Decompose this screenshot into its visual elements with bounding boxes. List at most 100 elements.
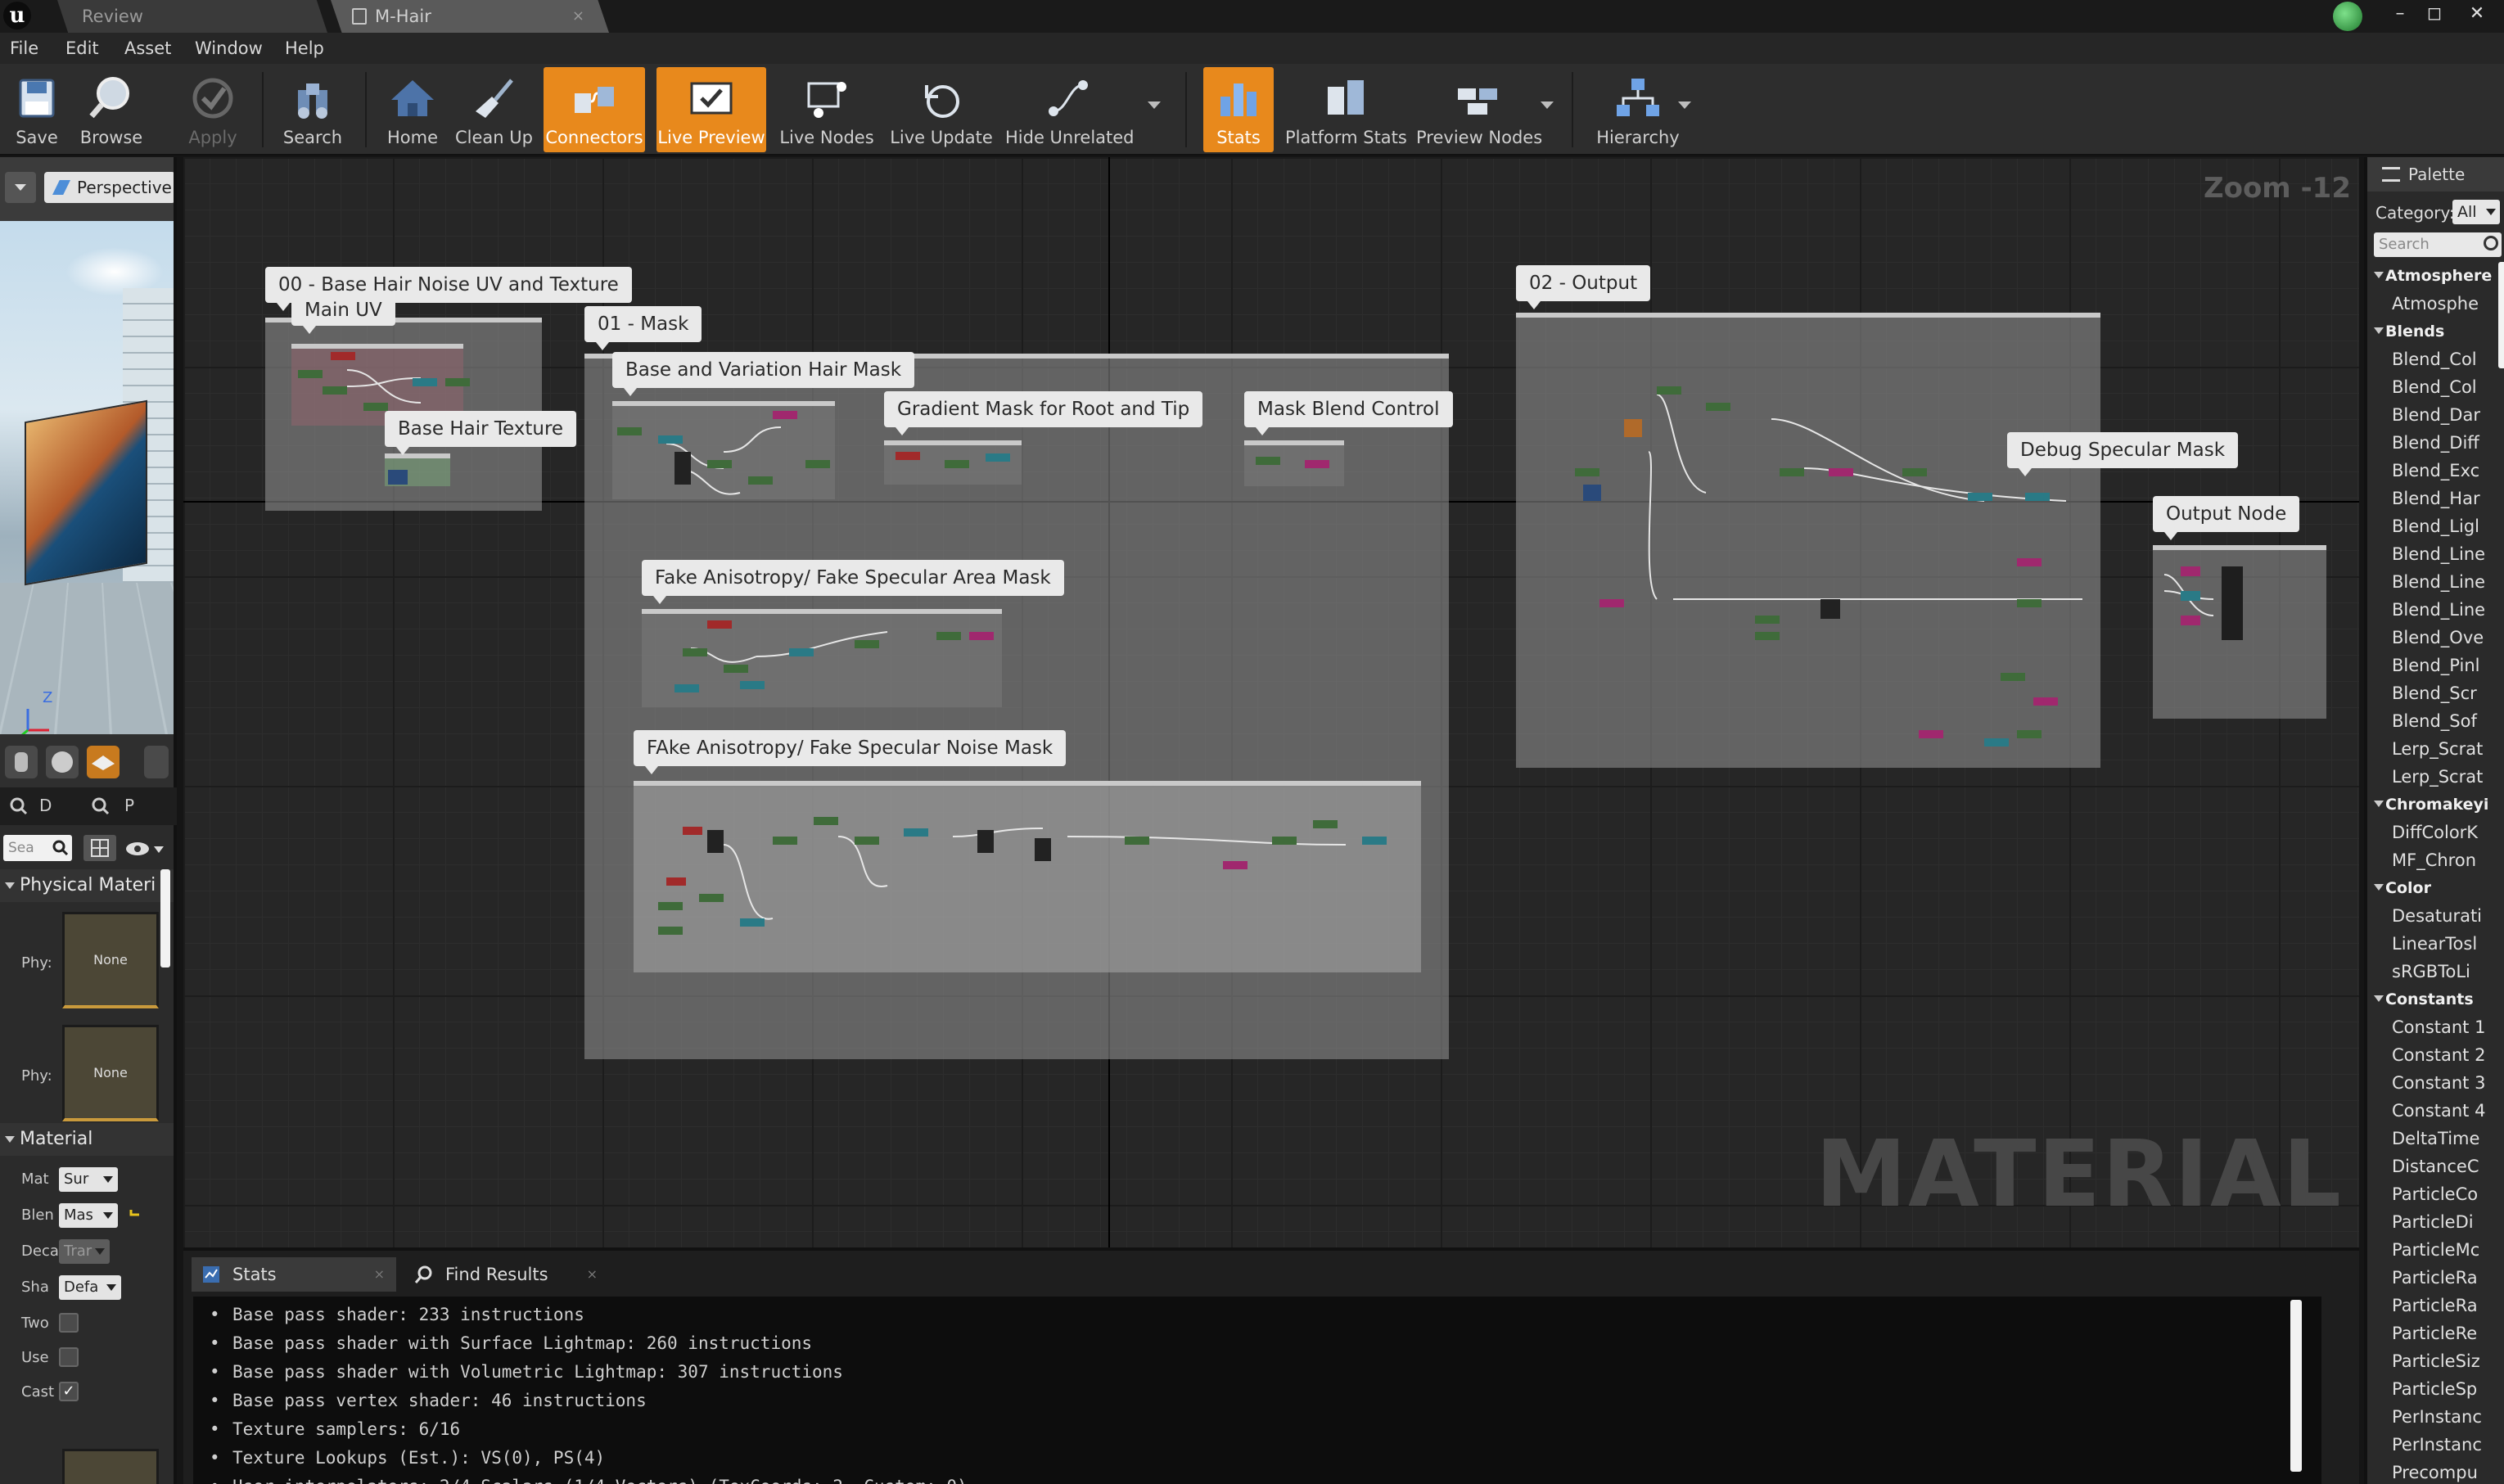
close-window-button[interactable]: ✕ — [2462, 3, 2492, 25]
shading-model-dropdown[interactable]: Defa — [59, 1275, 121, 1300]
palette-item[interactable]: Desaturati — [2367, 902, 2498, 930]
palette-item[interactable]: LinearTosl — [2367, 930, 2498, 958]
use-material-attributes-checkbox[interactable] — [59, 1347, 79, 1367]
palette-item[interactable]: ParticleSiz — [2367, 1347, 2498, 1375]
palette-item[interactable]: Blend_Line — [2367, 596, 2498, 624]
hide-unrelated-button[interactable]: Hide Unrelated — [1005, 67, 1135, 152]
palette-item[interactable]: ParticleRe — [2367, 1319, 2498, 1347]
palette-item[interactable]: Blend_Line — [2367, 568, 2498, 596]
details-scrollbar[interactable] — [160, 869, 170, 968]
physical-material-section[interactable]: Physical Materi — [0, 869, 174, 902]
palette-item[interactable]: Blend_Ove — [2367, 624, 2498, 652]
hierarchy-dropdown[interactable] — [1678, 101, 1691, 109]
palette-category[interactable]: Atmosphere — [2367, 262, 2498, 290]
tab-parameters[interactable]: P — [124, 796, 134, 815]
cylinder-shape-button[interactable] — [5, 746, 38, 778]
palette-item[interactable]: MF_Chron — [2367, 846, 2498, 874]
palette-category[interactable]: Color — [2367, 874, 2498, 902]
preview-viewport[interactable]: Perspective Z — [0, 157, 177, 787]
menu-window[interactable]: Window — [195, 33, 263, 64]
tab-review[interactable]: Review — [57, 0, 327, 33]
apply-button[interactable]: Apply — [175, 67, 250, 152]
live-update-button[interactable]: Live Update — [889, 67, 994, 152]
sphere-shape-button[interactable] — [46, 746, 79, 778]
two-sided-checkbox[interactable] — [59, 1313, 79, 1333]
platform-stats-button[interactable]: Platform Stats — [1285, 67, 1407, 152]
menu-file[interactable]: File — [10, 33, 38, 64]
hierarchy-button[interactable]: Hierarchy — [1590, 67, 1686, 152]
tab-stats[interactable]: Stats × — [192, 1257, 396, 1292]
palette-item[interactable]: Blend_Ligl — [2367, 512, 2498, 540]
connectors-button[interactable]: Connectors — [544, 67, 645, 152]
palette-item[interactable]: Blend_Col — [2367, 345, 2498, 373]
plane-shape-button[interactable] — [87, 746, 120, 778]
palette-scrollbar[interactable] — [2498, 262, 2504, 368]
menu-asset[interactable]: Asset — [124, 33, 171, 64]
palette-category[interactable]: Constants — [2367, 986, 2498, 1013]
source-control-globe-icon[interactable] — [2333, 2, 2362, 31]
comment-label-debug-specular[interactable]: Debug Specular Mask — [2007, 432, 2239, 476]
comment-label-base-hair-texture[interactable]: Base Hair Texture — [385, 411, 577, 455]
comment-label-mask[interactable]: 01 - Mask — [584, 306, 702, 350]
save-button[interactable]: Save — [3, 67, 70, 152]
palette-item[interactable]: ParticleRa — [2367, 1264, 2498, 1292]
tab-close-icon[interactable]: × — [572, 0, 584, 33]
palette-item[interactable]: DiffColorK — [2367, 819, 2498, 846]
palette-item[interactable]: Lerp_Scrat — [2367, 763, 2498, 791]
comment-label-main-uv[interactable]: Main UV — [291, 295, 395, 334]
palette-item[interactable]: Blend_Har — [2367, 485, 2498, 512]
palette-item[interactable]: Constant 2 — [2367, 1041, 2498, 1069]
preview-nodes-button[interactable]: Preview Nodes — [1416, 67, 1542, 152]
comment-label-fake-aniso-noise[interactable]: FAke Anisotropy/ Fake Specular Noise Mas… — [634, 730, 1067, 774]
clean-up-button[interactable]: Clean Up — [455, 67, 533, 152]
menu-help[interactable]: Help — [285, 33, 324, 64]
palette-category-dropdown[interactable]: All — [2452, 200, 2500, 224]
palette-category[interactable]: Blends — [2367, 318, 2498, 345]
comment-label-output-node[interactable]: Output Node — [2153, 496, 2300, 540]
menu-edit[interactable]: Edit — [65, 33, 99, 64]
palette-item[interactable]: Atmosphe — [2367, 290, 2498, 318]
minimize-button[interactable]: – — [2385, 3, 2415, 25]
live-nodes-button[interactable]: Live Nodes — [778, 67, 876, 152]
blend-mode-dropdown[interactable]: Mas — [59, 1203, 118, 1228]
search-button[interactable]: Search — [273, 67, 352, 152]
phys-material-mask-thumbnail[interactable]: None — [62, 1025, 159, 1121]
property-matrix-button[interactable] — [83, 835, 116, 861]
palette-item[interactable]: DistanceC — [2367, 1152, 2498, 1180]
palette-item[interactable]: ParticleCo — [2367, 1180, 2498, 1208]
maximize-button[interactable]: ◻ — [2420, 3, 2449, 25]
tab-m-hair[interactable]: M-Hair × — [331, 0, 609, 33]
palette-item[interactable]: ParticleDi — [2367, 1208, 2498, 1236]
details-search-input[interactable]: Sea — [3, 835, 72, 861]
palette-item[interactable]: Blend_Pinl — [2367, 652, 2498, 679]
palette-item[interactable]: Blend_Scr — [2367, 679, 2498, 707]
palette-item[interactable]: Constant 3 — [2367, 1069, 2498, 1097]
cast-shadows-checkbox[interactable]: ✓ — [59, 1382, 79, 1401]
palette-item[interactable]: Blend_Dar — [2367, 401, 2498, 429]
material-graph[interactable]: Zoom -12 00 - Base Hair Noise UV and Tex… — [183, 157, 2359, 1247]
tab-find-results[interactable]: Find Results × — [404, 1257, 609, 1292]
live-preview-button[interactable]: Live Preview — [656, 67, 766, 152]
palette-item[interactable]: Blend_Diff — [2367, 429, 2498, 457]
material-section[interactable]: Material — [0, 1123, 174, 1156]
comment-label-gradient-mask[interactable]: Gradient Mask for Root and Tip — [884, 391, 1203, 435]
palette-item[interactable]: ParticleMc — [2367, 1236, 2498, 1264]
comment-label-fake-aniso-area[interactable]: Fake Anisotropy/ Fake Specular Area Mask — [642, 560, 1064, 604]
toolbar-more-dropdown[interactable] — [1148, 101, 1161, 109]
stats-tab-close-icon[interactable]: × — [374, 1257, 385, 1292]
browse-button[interactable]: Browse — [72, 67, 151, 152]
palette-item[interactable]: PerInstanc — [2367, 1403, 2498, 1431]
palette-item[interactable]: Precompu — [2367, 1459, 2498, 1484]
custom-mesh-button[interactable] — [144, 746, 169, 778]
palette-item[interactable]: Blend_Sof — [2367, 707, 2498, 735]
tab-palette[interactable]: Palette — [2367, 157, 2504, 192]
palette-item[interactable]: sRGBToLi — [2367, 958, 2498, 986]
stats-button[interactable]: Stats — [1203, 67, 1274, 152]
material-domain-dropdown[interactable]: Sur — [59, 1167, 118, 1192]
palette-item[interactable]: Constant 4 — [2367, 1097, 2498, 1125]
decal-blend-dropdown[interactable]: Trar — [59, 1239, 110, 1264]
reset-to-default-icon[interactable] — [128, 1207, 142, 1221]
palette-item[interactable]: ParticleSp — [2367, 1375, 2498, 1403]
palette-item[interactable]: Blend_Exc — [2367, 457, 2498, 485]
palette-item[interactable]: DeltaTime — [2367, 1125, 2498, 1152]
